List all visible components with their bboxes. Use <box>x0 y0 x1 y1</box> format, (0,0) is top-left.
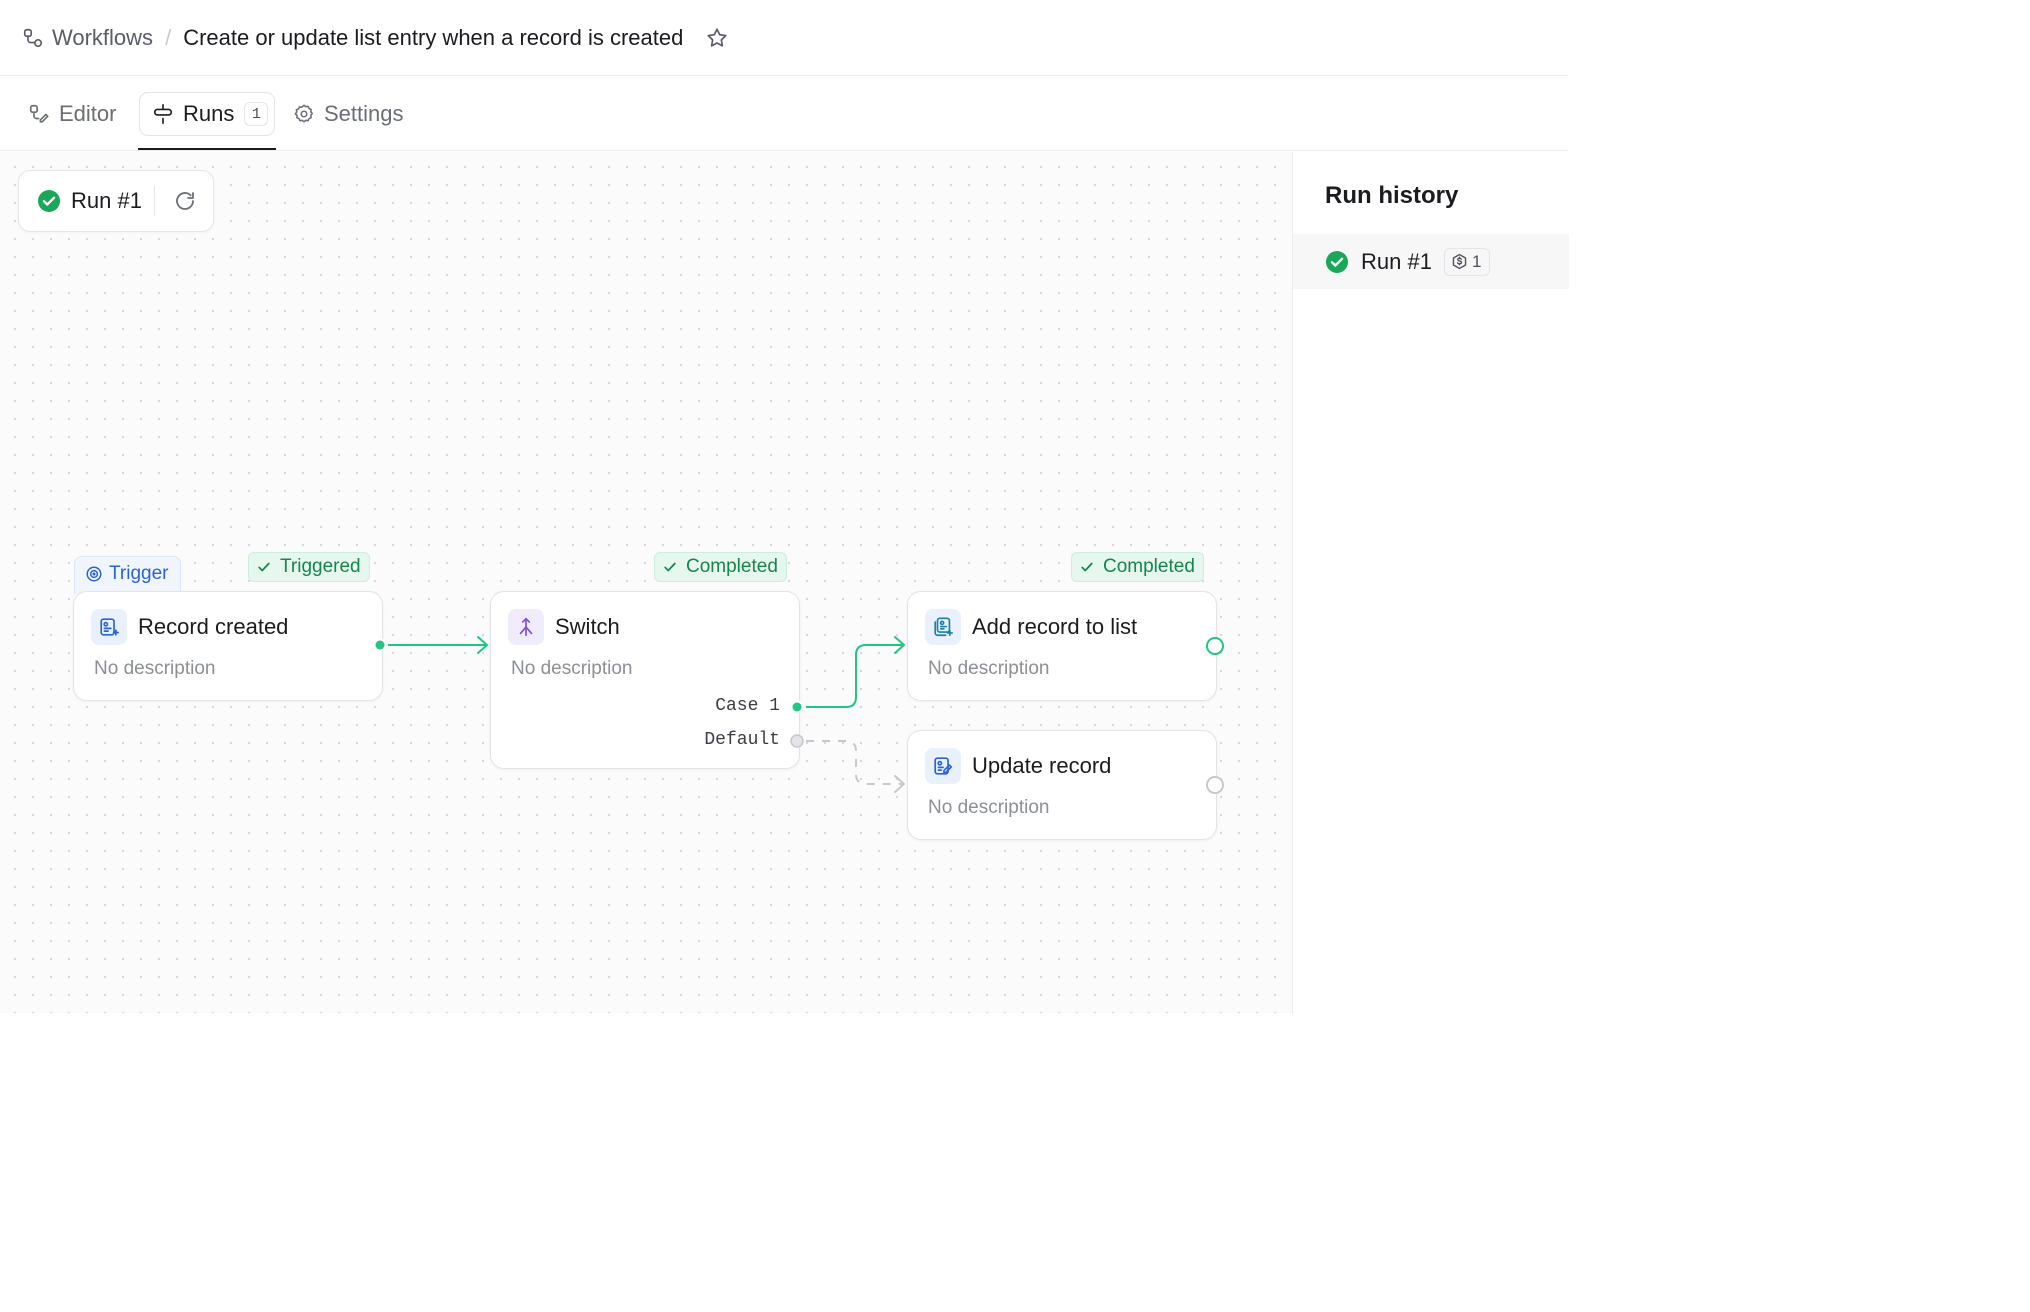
update-record-icon-box <box>925 748 961 784</box>
workflow-edges <box>388 636 905 793</box>
add-to-list-status-label: Completed <box>1103 556 1195 577</box>
record-created-icon-box <box>91 609 127 645</box>
tab-bar: Editor Runs 1 Settings <box>0 76 1568 151</box>
tab-runs[interactable]: Runs 1 <box>139 92 275 136</box>
run-history-panel: Run history Run #1 1 <box>1292 152 1569 1013</box>
workflow-icon <box>23 28 43 47</box>
split-icon <box>519 617 533 637</box>
add-to-list-icon-box <box>925 609 961 645</box>
node-description: No description <box>928 658 1050 679</box>
target-icon <box>86 566 102 581</box>
switch-case-1-label: Case 1 <box>715 696 780 716</box>
page-header: Workflows / Create or update list entry … <box>0 0 1568 76</box>
trigger-output-handle[interactable] <box>373 638 387 652</box>
workflow-canvas[interactable]: Run #1 Trigger Triggered Record created … <box>0 152 1292 1013</box>
node-update-record[interactable]: Update record No description <box>907 730 1217 840</box>
trigger-tag: Trigger <box>74 556 182 594</box>
breadcrumb-separator: / <box>165 24 172 50</box>
runs-count-badge: 1 <box>244 102 269 126</box>
node-description: No description <box>511 658 633 679</box>
tab-settings-label: Settings <box>324 101 404 126</box>
node-description: No description <box>94 658 216 679</box>
run-history-title: Run history <box>1325 182 1459 209</box>
edge-default-to-update <box>806 740 903 785</box>
tab-runs-label: Runs <box>183 101 235 126</box>
node-title: Record created <box>138 614 289 639</box>
node-title: Switch <box>555 614 620 639</box>
edge-case1-to-add <box>806 644 903 708</box>
checkmark-icon <box>258 562 270 572</box>
record-plus-icon <box>100 618 119 636</box>
switch-icon-box <box>508 609 544 645</box>
switch-case-1-handle[interactable] <box>790 700 804 714</box>
breadcrumb-workflows[interactable]: Workflows <box>52 25 153 51</box>
node-title: Update record <box>972 753 1112 778</box>
trigger-tag-label: Trigger <box>109 562 169 584</box>
checkmark-icon <box>664 562 676 572</box>
success-check-icon <box>1326 250 1348 273</box>
switch-status-badge: Completed <box>654 552 787 582</box>
switch-default-handle[interactable] <box>789 733 805 749</box>
switch-status-label: Completed <box>686 556 778 577</box>
gear-icon <box>294 104 314 123</box>
page-title[interactable]: Create or update list entry when a recor… <box>183 25 683 51</box>
star-icon[interactable] <box>705 26 729 50</box>
trigger-status-badge: Triggered <box>248 552 370 582</box>
run-history-item-label: Run #1 <box>1361 248 1432 274</box>
credit-badge: 1 <box>1443 247 1491 276</box>
node-title: Add record to list <box>972 614 1138 639</box>
active-tab-indicator <box>138 148 276 150</box>
add-to-list-icon <box>934 617 953 637</box>
node-switch[interactable]: Switch No description Case 1 Default <box>490 591 800 769</box>
runs-icon <box>153 104 173 124</box>
node-description: No description <box>928 797 1050 818</box>
credit-count: 1 <box>1471 251 1482 271</box>
node-record-created[interactable]: Record created No description <box>73 591 383 701</box>
checkmark-icon <box>1081 562 1093 572</box>
tab-editor-label: Editor <box>59 101 117 126</box>
edit-record-icon <box>934 757 953 775</box>
switch-default-label: Default <box>704 730 780 750</box>
run-history-item[interactable]: Run #1 1 <box>1293 234 1569 289</box>
tab-settings[interactable]: Settings <box>293 92 404 136</box>
credit-icon <box>1452 253 1467 270</box>
add-to-list-status-badge: Completed <box>1071 552 1204 582</box>
update-record-output-handle[interactable] <box>1205 775 1225 795</box>
tab-editor[interactable]: Editor <box>28 92 116 136</box>
add-to-list-output-handle[interactable] <box>1205 636 1225 656</box>
trigger-status-label: Triggered <box>280 556 361 577</box>
editor-icon <box>29 104 49 123</box>
node-add-record-to-list[interactable]: Add record to list No description <box>907 591 1217 701</box>
